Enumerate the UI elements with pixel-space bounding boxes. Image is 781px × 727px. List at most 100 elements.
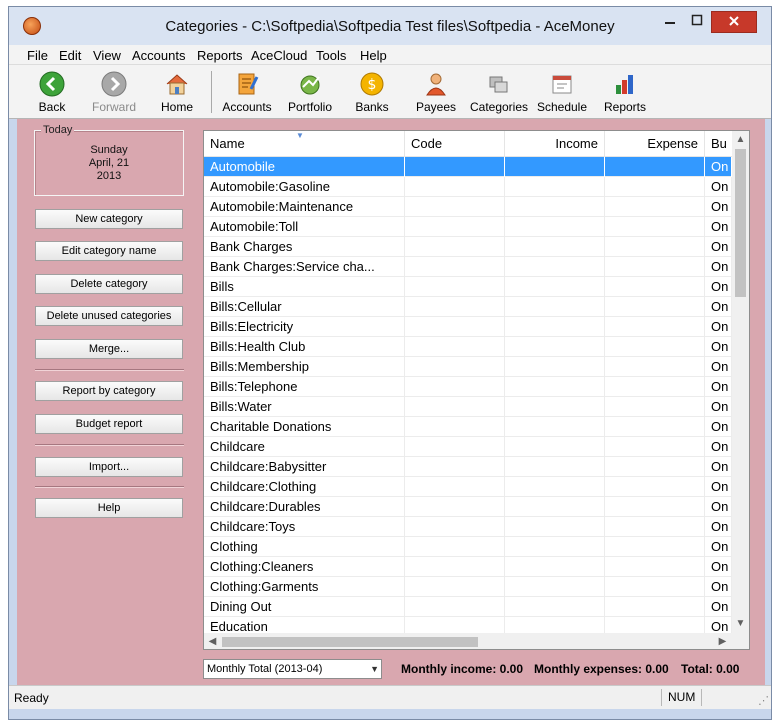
budget-report-button[interactable]: Budget report [35,414,183,434]
menu-acecloud[interactable]: AceCloud [251,48,307,63]
close-button[interactable] [711,11,757,33]
category-budget-cell: On [705,577,732,597]
resize-grip-icon[interactable]: ⋰ [758,694,769,707]
table-row[interactable]: Bank Charges On [204,237,732,257]
scroll-left-icon[interactable]: ◀ [204,633,221,649]
title-bar[interactable]: Categories - C:\Softpedia\Softpedia Test… [9,7,771,45]
table-row[interactable]: Bills On [204,277,732,297]
reports-button[interactable]: Reports [590,69,660,114]
home-button[interactable]: Home [142,69,212,114]
column-header-income[interactable]: Income [505,131,605,156]
payees-button[interactable]: Payees [401,69,471,114]
vertical-scroll-thumb[interactable] [735,149,746,297]
horizontal-scrollbar[interactable]: ◀ ▶ [204,633,732,649]
schedule-button[interactable]: Schedule [527,69,597,114]
categories-list[interactable]: ▼ Name Code Income Expense Bu Automobile… [203,130,750,650]
menu-edit[interactable]: Edit [59,48,81,63]
table-row[interactable]: Clothing:Cleaners On [204,557,732,577]
table-row[interactable]: Childcare:Babysitter On [204,457,732,477]
forward-button[interactable]: Forward [79,69,149,114]
category-budget-cell: On [705,457,732,477]
schedule-icon [552,75,572,94]
vertical-scrollbar[interactable]: ▲ ▼ [732,131,749,635]
edit-category-name-button[interactable]: Edit category name [35,241,183,261]
category-code-cell [405,277,505,297]
report-by-category-button[interactable]: Report by category [35,381,183,401]
table-row[interactable]: Automobile:Toll On [204,217,732,237]
category-name-cell: Bills:Membership [204,357,405,377]
table-row[interactable]: Clothing:Garments On [204,577,732,597]
back-button[interactable]: Back [17,69,87,114]
menu-view[interactable]: View [93,48,121,63]
category-income-cell [505,357,605,377]
menu-reports[interactable]: Reports [197,48,243,63]
category-budget-cell: On [705,177,732,197]
column-header-name[interactable]: Name [204,131,405,156]
delete-category-button[interactable]: Delete category [35,274,183,294]
table-row[interactable]: Charitable Donations On [204,417,732,437]
categories-button[interactable]: Categories [464,69,534,114]
banks-button[interactable]: $ Banks [337,69,407,114]
category-code-cell [405,157,505,177]
table-row[interactable]: Bills:Electricity On [204,317,732,337]
maximize-button[interactable] [684,11,710,33]
category-name-cell: Clothing [204,537,405,557]
portfolio-button[interactable]: Portfolio [275,69,345,114]
merge-button[interactable]: Merge... [35,339,183,359]
category-code-cell [405,217,505,237]
new-category-button[interactable]: New category [35,209,183,229]
scroll-down-icon[interactable]: ▼ [732,615,749,632]
category-code-cell [405,457,505,477]
category-expense-cell [605,257,705,277]
column-header-code[interactable]: Code [405,131,505,156]
table-row[interactable]: Childcare:Clothing On [204,477,732,497]
table-row[interactable]: Childcare On [204,437,732,457]
category-budget-cell: On [705,397,732,417]
table-row[interactable]: Bills:Telephone On [204,377,732,397]
scroll-right-icon[interactable]: ▶ [714,633,731,649]
category-budget-cell: On [705,437,732,457]
menu-file[interactable]: File [27,48,48,63]
table-row[interactable]: Bills:Water On [204,397,732,417]
category-expense-cell [605,357,705,377]
table-row[interactable]: Automobile:Maintenance On [204,197,732,217]
scroll-up-icon[interactable]: ▲ [732,131,749,148]
category-income-cell [505,477,605,497]
category-code-cell [405,417,505,437]
portfolio-icon [300,75,320,95]
table-row[interactable]: Childcare:Toys On [204,517,732,537]
reports-icon [616,75,633,94]
table-row[interactable]: Bills:Cellular On [204,297,732,317]
table-row[interactable]: Clothing On [204,537,732,557]
category-budget-cell: On [705,257,732,277]
menu-tools[interactable]: Tools [316,48,346,63]
accounts-label: Accounts [222,100,272,114]
category-code-cell [405,437,505,457]
category-code-cell [405,297,505,317]
menu-help[interactable]: Help [360,48,387,63]
help-button[interactable]: Help [35,498,183,518]
table-row[interactable]: Childcare:Durables On [204,497,732,517]
accounts-button[interactable]: Accounts [212,69,282,114]
table-row[interactable]: Bills:Membership On [204,357,732,377]
category-expense-cell [605,277,705,297]
category-code-cell [405,237,505,257]
period-select[interactable]: Monthly Total (2013-04) ▼ [203,659,382,679]
app-window: Categories - C:\Softpedia\Softpedia Test… [8,6,772,720]
horizontal-scroll-thumb[interactable] [222,637,478,647]
minimize-button[interactable] [657,11,683,33]
column-header-budget[interactable]: Bu [705,131,732,156]
table-row[interactable]: Bank Charges:Service cha... On [204,257,732,277]
table-row[interactable]: Bills:Health Club On [204,337,732,357]
categories-icon [489,76,508,93]
category-income-cell [505,417,605,437]
category-budget-cell: On [705,357,732,377]
table-row[interactable]: Automobile On [204,157,732,177]
menu-accounts[interactable]: Accounts [132,48,185,63]
import-button[interactable]: Import... [35,457,183,477]
table-row[interactable]: Automobile:Gasoline On [204,177,732,197]
category-budget-cell: On [705,497,732,517]
delete-unused-categories-button[interactable]: Delete unused categories [35,306,183,326]
column-header-expense[interactable]: Expense [605,131,705,156]
table-row[interactable]: Dining Out On [204,597,732,617]
